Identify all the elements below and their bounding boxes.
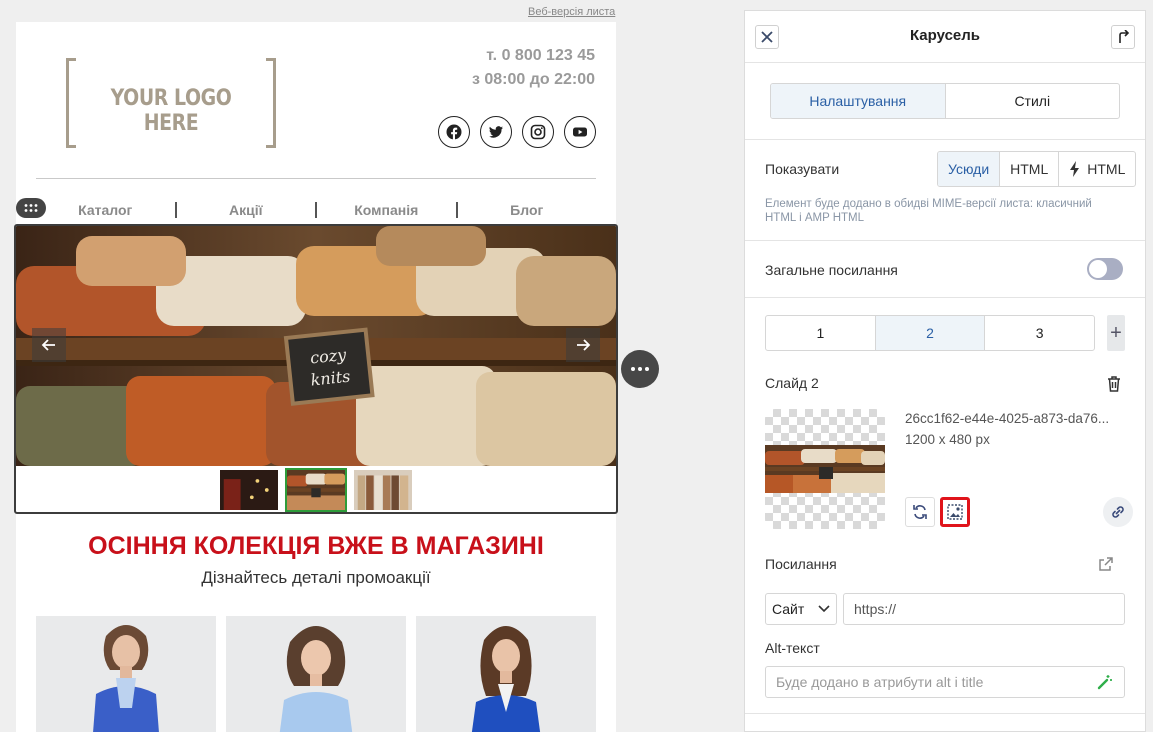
woman-in-blue-coat-image [36,616,216,732]
link-icon [1112,506,1124,518]
social-icons [438,116,596,148]
slide-selector: 1 2 3 [765,315,1095,351]
tab-styles[interactable]: Стилі [946,84,1120,118]
carousel-prev-button[interactable] [32,328,66,362]
youtube-icon[interactable] [564,116,596,148]
slide-image-preview[interactable] [765,409,885,529]
phone-text: т. 0 800 123 45 [486,47,595,64]
menu-item-company[interactable]: Компанія [317,202,456,218]
edit-image-button[interactable] [940,497,970,527]
carousel-slide-image[interactable]: cozy knits [16,226,616,466]
logo-text: YOUR LOGO HERE [110,86,232,136]
sign-text-1: cozy [309,345,348,368]
arrow-right-icon [577,339,591,351]
section-divider [745,713,1145,714]
show-amp-html-label: HTML [1087,161,1126,177]
drag-handle[interactable] [16,198,46,218]
twitter-icon[interactable] [480,116,512,148]
magic-wand-icon[interactable] [1096,673,1114,691]
chevron-down-icon [818,605,830,613]
image-edit-icon [947,504,963,520]
external-link-icon [1099,557,1113,571]
show-amp-html-option[interactable]: HTML [1058,152,1135,186]
more-dots-icon [631,367,649,371]
woman-in-blue-jacket-image [416,616,596,732]
product-image-3[interactable] [416,616,596,732]
slide-tab-3[interactable]: 3 [984,316,1094,350]
show-everywhere-option[interactable]: Усюди [938,152,1000,186]
mime-note: Елемент буде додано в обидві MIME-версії… [765,198,1092,224]
show-in-selector: Усюди HTML HTML [937,151,1137,187]
section-divider [745,297,1145,298]
show-html-option[interactable]: HTML [999,152,1058,186]
collection-subtitle[interactable]: Дізнайтесь деталі промоакції [16,568,616,588]
link-image-button[interactable] [1103,497,1133,527]
image-file-name: 26cc1f62-e44e-4025-a873-da76... [905,411,1110,426]
image-dimensions: 1200 x 480 px [905,432,990,447]
thumbnail-slide-2[interactable] [285,468,347,512]
thumbnail-slide-3[interactable] [352,468,414,512]
arrow-left-icon [41,339,55,351]
carousel-block[interactable]: cozy knits [14,224,618,514]
thumbnail-image [354,470,412,510]
alt-text-input[interactable]: Буде додано в атрибути alt і title [765,666,1125,698]
select-parent-button[interactable] [1111,25,1135,49]
add-slide-button[interactable]: + [1107,315,1125,351]
carousel-next-button[interactable] [566,328,600,362]
collection-title[interactable]: ОСІННЯ КОЛЕКЦІЯ ВЖЕ В МАГАЗИНІ [16,532,616,561]
panel-tabs: Налаштування Стилі [770,83,1120,119]
arrow-up-parent-icon [1119,30,1130,43]
logo-bracket-left [66,58,76,148]
facebook-icon[interactable] [438,116,470,148]
block-more-options-button[interactable] [621,350,659,388]
product-image-2[interactable] [226,616,406,732]
thumbnail-image [220,470,278,510]
replace-image-button[interactable] [905,497,935,527]
knitwear-shelf-photo: cozy knits [16,226,616,466]
thumbnail-slide-1[interactable] [218,468,280,512]
panel-title: Карусель [909,27,981,44]
instagram-icon[interactable] [522,116,554,148]
link-type-value: Сайт [772,601,805,617]
email-menu: Каталог Акції Компанія Блог [36,202,596,218]
image-preview-thumbnail [765,445,885,493]
tab-settings[interactable]: Налаштування [771,84,946,118]
menu-item-promotions[interactable]: Акції [177,202,316,218]
carousel-thumbnails [16,466,616,512]
slide-label: Слайд 2 [765,375,819,391]
link-url-input[interactable]: https:// [843,593,1125,625]
link-label: Посилання [765,556,837,572]
alt-text-label: Alt-текст [765,640,820,656]
section-divider [745,139,1145,140]
hours-text: з 08:00 до 22:00 [471,71,595,88]
grip-dots-icon [24,204,38,212]
web-version-link[interactable]: Веб-версія листа [528,6,615,18]
link-type-select[interactable]: Сайт [765,593,837,625]
settings-panel: Карусель Налаштування Стилі Показувати У… [744,10,1146,732]
woman-in-light-blue-image [226,616,406,732]
trash-icon [1108,376,1120,392]
product-image-1[interactable] [36,616,216,732]
open-link-button[interactable] [1091,549,1121,579]
thumbnail-image [287,470,345,510]
logo[interactable]: YOUR LOGO HERE [66,58,276,148]
slide-tab-2[interactable]: 2 [874,316,985,350]
general-link-label: Загальне посилання [765,262,898,278]
link-url-value: https:// [854,601,897,617]
lightning-icon [1070,161,1080,177]
alt-text-placeholder: Буде додано в атрибути alt і title [776,674,984,690]
panel-header: Карусель [745,11,1145,63]
show-label: Показувати [765,161,840,177]
refresh-icon [913,505,927,519]
section-divider [745,240,1145,241]
general-link-toggle[interactable] [1087,258,1123,280]
menu-item-blog[interactable]: Блог [458,202,597,218]
header-divider [36,178,596,179]
delete-slide-button[interactable] [1099,369,1129,399]
menu-item-catalog[interactable]: Каталог [36,202,175,218]
logo-bracket-right [266,58,276,148]
slide-tab-1[interactable]: 1 [766,316,875,350]
contact-block[interactable]: т. 0 800 123 45 з 08:00 до 22:00 [472,44,595,92]
